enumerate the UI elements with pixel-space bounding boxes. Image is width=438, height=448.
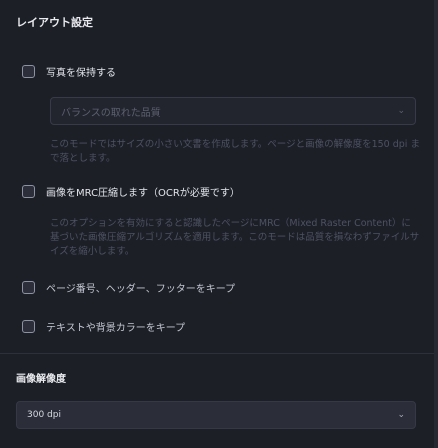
mrc-compress-checkbox[interactable]: [22, 185, 35, 198]
mrc-compress-option[interactable]: 画像をMRC圧縮します（OCRが必要です）: [22, 184, 240, 199]
chevron-down-icon: ⌄: [397, 106, 405, 116]
preserve-photos-option[interactable]: 写真を保持する: [22, 64, 116, 79]
mrc-compress-label: 画像をMRC圧縮します（OCRが必要です）: [46, 188, 240, 199]
keep-page-numbers-checkbox[interactable]: [22, 281, 35, 294]
photo-quality-description: このモードではサイズの小さい文書を作成します。ページと画像の解像度を150 dp…: [50, 139, 420, 164]
scrollbar-track[interactable]: [434, 0, 438, 448]
layout-settings-title: レイアウト設定: [16, 16, 93, 29]
keep-text-bg-color-label: テキストや背景カラーをキープ: [46, 323, 186, 334]
keep-text-bg-color-option[interactable]: テキストや背景カラーをキープ: [22, 319, 185, 334]
keep-text-bg-color-checkbox[interactable]: [22, 320, 35, 333]
mrc-description: このオプションを有効にすると認識したページにMRC（Mixed Raster C…: [50, 218, 420, 257]
image-resolution-title: 画像解像度: [16, 374, 66, 385]
image-resolution-value: 300 dpi: [27, 410, 61, 420]
photo-quality-select: バランスの取れた品質 ⌄: [50, 97, 416, 125]
section-divider: [0, 353, 434, 354]
preserve-photos-label: 写真を保持する: [46, 68, 116, 79]
image-resolution-select[interactable]: 300 dpi ⌄: [16, 401, 416, 429]
chevron-down-icon: ⌄: [397, 410, 405, 420]
preserve-photos-checkbox[interactable]: [22, 65, 35, 78]
keep-page-numbers-label: ページ番号、ヘッダー、フッターをキープ: [46, 284, 236, 295]
photo-quality-value: バランスの取れた品質: [61, 107, 161, 119]
keep-page-numbers-option[interactable]: ページ番号、ヘッダー、フッターをキープ: [22, 280, 235, 295]
